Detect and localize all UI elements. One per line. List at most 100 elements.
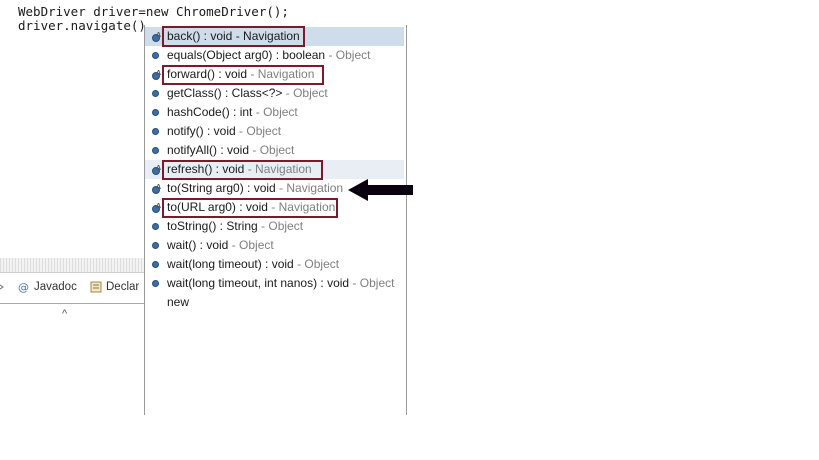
completion-separator: - bbox=[325, 48, 336, 62]
method-icon bbox=[152, 147, 159, 154]
completion-item[interactable]: back() : void - Navigation bbox=[145, 26, 404, 46]
completion-signature: refresh() : void bbox=[167, 162, 245, 176]
completion-owner: Object bbox=[268, 219, 304, 233]
completion-item[interactable]: wait() : void - Object bbox=[145, 236, 404, 255]
completion-owner: Object bbox=[359, 276, 395, 290]
completion-text: notifyAll() : void - Object bbox=[167, 141, 294, 160]
completion-owner: Object bbox=[239, 238, 274, 252]
completion-separator: - bbox=[228, 238, 240, 252]
completion-owner: Navigation bbox=[257, 67, 315, 81]
completion-separator: - bbox=[267, 200, 279, 214]
completion-text: back() : void - Navigation bbox=[167, 27, 300, 46]
completion-signature: getClass() : Class<?> bbox=[167, 86, 283, 100]
completion-signature: wait() : void bbox=[167, 238, 229, 252]
completion-item[interactable]: wait(long timeout, int nanos) : void - O… bbox=[145, 274, 404, 293]
method-icon bbox=[152, 52, 159, 59]
completion-text: hashCode() : int - Object bbox=[167, 103, 298, 122]
completion-separator: - bbox=[293, 257, 305, 271]
completion-text: forward() : void - Navigation bbox=[167, 65, 314, 84]
completion-text: to(URL arg0) : void - Navigation bbox=[167, 198, 335, 217]
completion-item[interactable]: refresh() : void - Navigation bbox=[145, 159, 404, 179]
declaration-icon bbox=[90, 281, 102, 293]
panel-content: ^ bbox=[0, 304, 150, 418]
tab-declaration[interactable]: Declar bbox=[90, 281, 139, 293]
completion-item[interactable]: equals(Object arg0) : boolean - Object bbox=[145, 46, 404, 65]
completion-separator: - bbox=[252, 105, 264, 119]
completion-signature: wait(long timeout) : void bbox=[167, 257, 294, 271]
completion-item[interactable]: getClass() : Class<?> - Object bbox=[145, 84, 404, 103]
completion-signature: equals(Object arg0) : boolean bbox=[167, 48, 326, 62]
completion-separator: - bbox=[349, 276, 360, 290]
method-icon bbox=[152, 280, 159, 287]
completion-separator: - bbox=[249, 143, 260, 157]
completion-signature: to(String arg0) : void bbox=[167, 181, 276, 195]
completion-text: equals(Object arg0) : boolean - Object bbox=[167, 46, 370, 65]
abstract-method-icon bbox=[152, 197, 161, 216]
completion-item-new[interactable]: new bbox=[145, 293, 404, 312]
completion-owner: Navigation bbox=[286, 181, 344, 195]
completion-text: notify() : void - Object bbox=[167, 122, 281, 141]
completion-item[interactable]: wait(long timeout) : void - Object bbox=[145, 255, 404, 274]
completion-owner: Navigation bbox=[278, 200, 336, 214]
completion-owner: Object bbox=[263, 105, 298, 119]
completion-text: wait(long timeout, int nanos) : void - O… bbox=[167, 274, 394, 293]
completion-separator: - bbox=[275, 181, 287, 195]
completion-signature: hashCode() : int bbox=[167, 105, 253, 119]
svg-text:@: @ bbox=[18, 281, 29, 293]
completion-item[interactable]: notifyAll() : void - Object bbox=[145, 141, 404, 160]
completion-item[interactable]: notify() : void - Object bbox=[145, 122, 404, 141]
abstract-method-icon bbox=[152, 64, 161, 83]
completion-item[interactable]: forward() : void - Navigation bbox=[145, 64, 404, 84]
completion-separator: - bbox=[257, 219, 269, 233]
completion-text: to(String arg0) : void - Navigation bbox=[167, 179, 343, 198]
panel-tab-bar: @ Javadoc Declar bbox=[0, 273, 150, 304]
collapse-caret-icon[interactable]: ^ bbox=[62, 308, 67, 320]
completion-separator: - bbox=[235, 124, 247, 138]
completion-separator: - bbox=[247, 67, 258, 81]
method-icon bbox=[152, 90, 159, 97]
bottom-panel: @ Javadoc Declar ^ bbox=[0, 258, 150, 418]
completion-signature: forward() : void bbox=[167, 67, 248, 81]
completion-text: wait(long timeout) : void - Object bbox=[167, 255, 339, 274]
completion-owner: Object bbox=[293, 86, 328, 100]
completion-signature: to(URL arg0) : void bbox=[167, 200, 268, 214]
completion-signature: new bbox=[167, 295, 190, 309]
tab-previous-partial[interactable] bbox=[0, 281, 9, 293]
completion-text: getClass() : Class<?> - Object bbox=[167, 84, 328, 103]
problems-icon bbox=[0, 284, 4, 290]
left-arrow-icon bbox=[348, 179, 413, 201]
tab-javadoc[interactable]: @ Javadoc bbox=[18, 281, 77, 294]
method-icon bbox=[152, 128, 159, 135]
content-assist-popup[interactable]: back() : void - Navigation equals(Object… bbox=[144, 25, 407, 415]
completion-separator: - bbox=[232, 29, 244, 43]
completion-item[interactable]: hashCode() : int - Object bbox=[145, 103, 404, 122]
completion-text: refresh() : void - Navigation bbox=[167, 160, 312, 179]
completion-owner: Navigation bbox=[255, 162, 312, 176]
method-icon bbox=[152, 109, 159, 116]
completion-owner: Object bbox=[304, 257, 340, 271]
abstract-method-icon bbox=[152, 159, 161, 178]
completion-separator: - bbox=[244, 162, 256, 176]
completion-text: toString() : String - Object bbox=[167, 217, 303, 236]
completion-signature: back() : void bbox=[167, 29, 233, 43]
completion-text: wait() : void - Object bbox=[167, 236, 274, 255]
completion-owner: Object bbox=[259, 143, 295, 157]
code-line-2[interactable]: driver.navigate(). bbox=[18, 18, 153, 34]
completion-separator: - bbox=[282, 86, 294, 100]
completion-owner: Object bbox=[246, 124, 282, 138]
completion-item[interactable]: toString() : String - Object bbox=[145, 217, 404, 236]
panel-sash[interactable] bbox=[0, 258, 150, 273]
method-icon bbox=[152, 223, 159, 230]
method-icon bbox=[152, 261, 159, 268]
completion-signature: wait(long timeout, int nanos) : void bbox=[167, 276, 350, 290]
tab-declaration-label: Declar bbox=[106, 281, 140, 293]
javadoc-icon: @ bbox=[18, 281, 30, 294]
tab-javadoc-label: Javadoc bbox=[34, 281, 77, 293]
completion-owner: Object bbox=[335, 48, 371, 62]
abstract-method-icon bbox=[152, 26, 161, 45]
abstract-method-icon bbox=[152, 178, 161, 197]
completion-signature: toString() : String bbox=[167, 219, 258, 233]
completion-signature: notify() : void bbox=[167, 124, 236, 138]
completion-owner: Navigation bbox=[243, 29, 300, 43]
completion-signature: notifyAll() : void bbox=[167, 143, 250, 157]
